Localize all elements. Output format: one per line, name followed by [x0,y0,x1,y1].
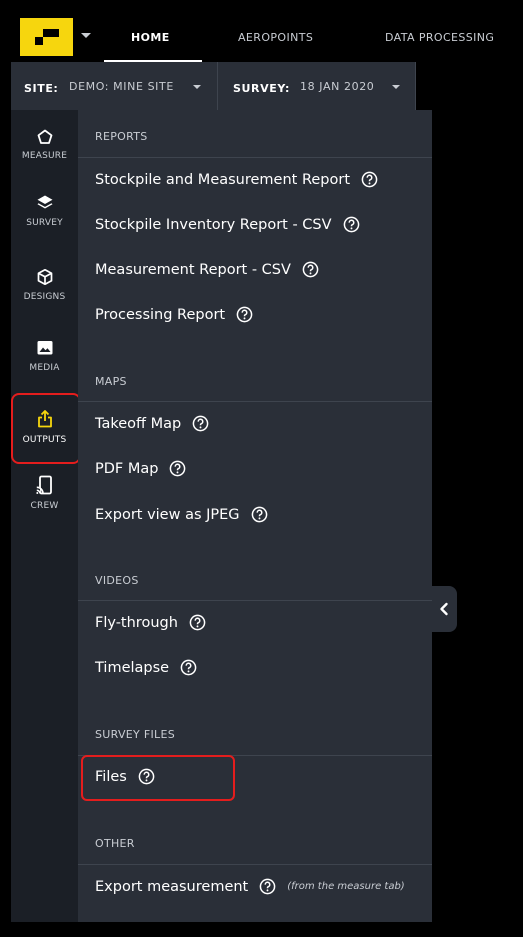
list-item-stockpile-measurement-report[interactable]: Stockpile and Measurement Report [95,171,378,188]
layers-icon [37,195,52,209]
sidebar-item-label: CREW [30,501,59,511]
section-header-survey-files: SURVEY FILES [95,728,175,741]
section-header-other: OTHER [95,837,135,850]
sidebar-item-crew[interactable]: CREW [11,475,78,511]
image-icon [37,341,52,355]
sidebar-item-label: MEDIA [29,363,60,373]
item-label: Export view as JPEG [95,506,240,523]
list-item-export-measurement[interactable]: Export measurement (from the measure tab… [95,878,405,895]
section-divider [78,401,432,402]
help-icon[interactable] [251,506,268,523]
help-icon[interactable] [236,306,253,323]
files-highlight-box [81,755,235,801]
help-icon[interactable] [302,261,319,278]
tab-home[interactable]: HOME [131,31,170,44]
cube-icon [37,268,52,286]
site-label: SITE: [24,82,59,95]
section-divider [78,157,432,158]
sidebar-item-label: SURVEY [26,218,63,228]
chevron-down-icon[interactable] [78,27,94,43]
item-label: Fly-through [95,614,178,631]
sidebar-item-label: MEASURE [21,151,68,161]
item-label: Processing Report [95,306,226,323]
sidebar-item-survey[interactable]: SURVEY [11,194,78,228]
sidebar-item-designs[interactable]: DESIGNS [11,268,78,302]
list-item-processing-report[interactable]: Processing Report [95,306,253,323]
item-label: Measurement Report - CSV [95,261,291,278]
list-item-timelapse[interactable]: Timelapse [95,659,197,676]
top-nav: HOME AEROPOINTS DATA PROCESSING [0,0,523,63]
help-icon[interactable] [189,614,206,631]
collapse-panel-button[interactable] [432,586,457,632]
list-item-measurement-report-csv[interactable]: Measurement Report - CSV [95,261,319,278]
list-item-stockpile-inventory-csv[interactable]: Stockpile Inventory Report - CSV [95,216,360,233]
sidebar-item-media[interactable]: MEDIA [11,339,78,373]
section-header-maps: MAPS [95,375,127,388]
list-item-fly-through[interactable]: Fly-through [95,614,206,631]
item-label: PDF Map [95,460,159,477]
help-icon[interactable] [180,659,197,676]
section-divider [78,864,432,865]
cast-device-icon [35,475,52,495]
survey-selector[interactable]: 18 JAN 2020 [300,80,374,93]
app-logo[interactable] [20,18,73,56]
item-label: Takeoff Map [95,415,182,432]
help-icon[interactable] [169,460,186,477]
section-header-reports: REPORTS [95,130,148,143]
sidebar-item-label: DESIGNS [23,292,66,302]
divider [415,62,416,110]
pentagon-icon [37,129,52,144]
item-label: Export measurement [95,878,249,895]
survey-dropdown-icon[interactable] [391,82,401,92]
item-label: Timelapse [95,659,170,676]
tool-sidebar: MEASURE SURVEY DESIGNS MEDIA OUTPUTS CRE… [11,110,78,922]
help-icon[interactable] [192,415,209,432]
outputs-highlight-box [11,393,81,464]
tab-data-processing[interactable]: DATA PROCESSING [385,31,494,44]
section-divider [78,600,432,601]
help-icon[interactable] [259,878,276,895]
list-item-takeoff-map[interactable]: Takeoff Map [95,415,209,432]
list-item-export-view-jpeg[interactable]: Export view as JPEG [95,506,268,523]
site-dropdown-icon[interactable] [192,82,202,92]
sidebar-item-measure[interactable]: MEASURE [11,129,78,161]
help-icon[interactable] [343,216,360,233]
tab-aeropoints[interactable]: AEROPOINTS [238,31,313,44]
section-header-videos: VIDEOS [95,574,139,587]
site-selector[interactable]: DEMO: MINE SITE [69,80,174,93]
help-icon[interactable] [361,171,378,188]
list-item-pdf-map[interactable]: PDF Map [95,460,186,477]
survey-label: SURVEY: [233,82,290,95]
divider [217,62,218,110]
filter-bar: SITE: DEMO: MINE SITE SURVEY: 18 JAN 202… [11,62,416,110]
chevron-left-icon [440,602,448,616]
item-label: Stockpile and Measurement Report [95,171,351,188]
item-note: (from the measure tab) [287,881,405,892]
item-label: Stockpile Inventory Report - CSV [95,216,332,233]
